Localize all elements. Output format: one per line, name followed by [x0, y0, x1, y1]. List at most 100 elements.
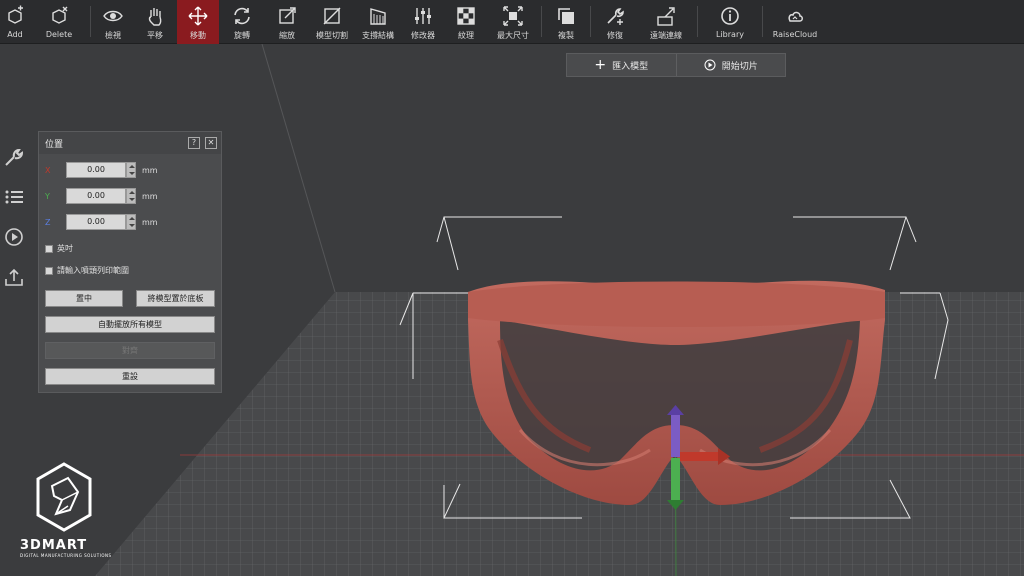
copy-button[interactable]: 複製 [544, 0, 588, 44]
move-label: 移動 [190, 31, 206, 40]
eye-icon [103, 10, 123, 22]
x-position-row: X 0.00 mm [39, 162, 223, 178]
repair-button[interactable]: 修復 [593, 0, 637, 44]
remote-connect-icon [657, 7, 675, 26]
inch-checkbox[interactable]: 英吋 [45, 243, 73, 254]
slice-bar: + 匯入模型 開始切片 [566, 53, 786, 77]
sliders-icon [415, 8, 431, 24]
view-button[interactable]: 檢視 [93, 0, 133, 44]
checker-icon [457, 7, 475, 25]
x-unit: mm [142, 165, 158, 175]
rotate-button[interactable]: 旋轉 [219, 0, 265, 44]
move-arrows-icon [188, 6, 208, 26]
position-panel: 位置 ? ✕ X 0.00 mm Y 0.00 mm Z 0.00 mm 英吋 [38, 131, 222, 393]
help-button[interactable]: ? [188, 137, 200, 149]
rotate-label: 旋轉 [234, 31, 250, 40]
maximize-icon [503, 6, 523, 26]
x-position-input[interactable]: 0.00 [66, 162, 126, 178]
settings-tab[interactable] [0, 140, 28, 174]
pan-button[interactable]: 平移 [133, 0, 177, 44]
z-unit: mm [142, 217, 158, 227]
scale-icon [279, 7, 296, 24]
y-position-input[interactable]: 0.00 [66, 188, 126, 204]
rotate-icon [234, 7, 250, 25]
limit-checkbox[interactable]: 請輸入噴頭列印範圍 [45, 265, 129, 276]
maxsize-button[interactable]: 最大尺寸 [487, 0, 539, 44]
modifier-label: 修改器 [411, 31, 435, 40]
main-toolbar: Add Delete 檢視 平移 移動 旋轉 縮放 模型切割 支撐結構 修改器 … [0, 0, 1024, 44]
copy-icon [558, 8, 574, 24]
support-label: 支撐結構 [362, 31, 394, 40]
auto-arrange-button[interactable]: 自動擺放所有模型 [45, 316, 215, 333]
upload-icon [5, 268, 23, 286]
library-button[interactable]: Library [700, 0, 760, 44]
panel-header: 位置 ? ✕ [39, 132, 221, 154]
support-icon [370, 8, 386, 25]
side-toolbar [0, 140, 28, 294]
add-label: Add [7, 30, 23, 39]
toolbar-divider [541, 6, 542, 37]
repair-label: 修復 [607, 31, 623, 40]
scale-button[interactable]: 縮放 [265, 0, 309, 44]
play-circle-icon [5, 228, 23, 246]
plus-icon: + [594, 57, 607, 73]
cut-label: 模型切割 [316, 31, 348, 40]
add-cube-icon [8, 5, 23, 24]
toolbar-divider [697, 6, 698, 37]
y-axis-label: Y [45, 191, 50, 201]
toolbar-divider [762, 6, 763, 37]
remote-button[interactable]: 遠端連線 [637, 0, 695, 44]
list-icon [5, 190, 23, 204]
export-tab[interactable] [0, 260, 28, 294]
close-button[interactable]: ✕ [205, 137, 217, 149]
delete-button[interactable]: Delete [30, 0, 88, 44]
checkbox-box[interactable] [45, 244, 53, 253]
library-label: Library [716, 30, 744, 39]
start-slice-button[interactable]: 開始切片 [675, 54, 786, 76]
drop-to-plate-button[interactable]: 將模型置於底板 [136, 290, 215, 307]
import-model-label: 匯入模型 [612, 61, 649, 72]
reset-button[interactable]: 重設 [45, 368, 215, 385]
z-position-input[interactable]: 0.00 [66, 214, 126, 230]
list-tab[interactable] [0, 180, 28, 214]
y-unit: mm [142, 191, 158, 201]
modifier-button[interactable]: 修改器 [401, 0, 445, 44]
cloud-icon [788, 11, 803, 22]
raisecloud-label: RaiseCloud [772, 30, 818, 39]
remote-label: 遠端連線 [650, 31, 682, 40]
delete-label: Delete [45, 30, 73, 39]
center-button[interactable]: 置中 [45, 290, 123, 307]
z-stepper[interactable] [126, 214, 136, 230]
hand-icon [148, 8, 162, 26]
add-button[interactable]: Add [0, 0, 30, 44]
panel-title: 位置 [45, 139, 64, 150]
y-stepper[interactable] [126, 188, 136, 204]
import-model-button[interactable]: + 匯入模型 [567, 54, 676, 76]
checkbox-box[interactable] [45, 266, 53, 275]
raisecloud-button[interactable]: RaiseCloud [765, 0, 825, 44]
toolbar-divider [90, 6, 91, 37]
move-button[interactable]: 移動 [177, 0, 219, 44]
x-axis-label: X [45, 165, 51, 175]
app-window: Add Delete 檢視 平移 移動 旋轉 縮放 模型切割 支撐結構 修改器 … [0, 0, 1024, 576]
preview-tab[interactable] [0, 220, 28, 254]
texture-button[interactable]: 紋理 [445, 0, 487, 44]
view-label: 檢視 [105, 31, 121, 40]
z-axis-label: Z [45, 217, 51, 227]
x-stepper[interactable] [126, 162, 136, 178]
y-position-row: Y 0.00 mm [39, 188, 223, 204]
delete-cube-icon [52, 6, 68, 24]
inch-label: 英吋 [57, 244, 73, 253]
limit-label: 請輸入噴頭列印範圍 [57, 266, 129, 275]
z-position-row: Z 0.00 mm [39, 214, 223, 230]
support-button[interactable]: 支撐結構 [355, 0, 401, 44]
brand-tagline: DIGITAL MANUFACTURING SOLUTIONS [20, 553, 112, 558]
copy-label: 複製 [558, 31, 574, 40]
wrench-icon [5, 148, 24, 166]
play-circle-icon [704, 59, 716, 71]
align-button[interactable]: 對齊 [45, 342, 215, 359]
brand-name: 3DMART [20, 538, 88, 553]
cut-button[interactable]: 模型切割 [309, 0, 355, 44]
start-slice-label: 開始切片 [721, 61, 758, 72]
cut-icon [323, 7, 341, 25]
